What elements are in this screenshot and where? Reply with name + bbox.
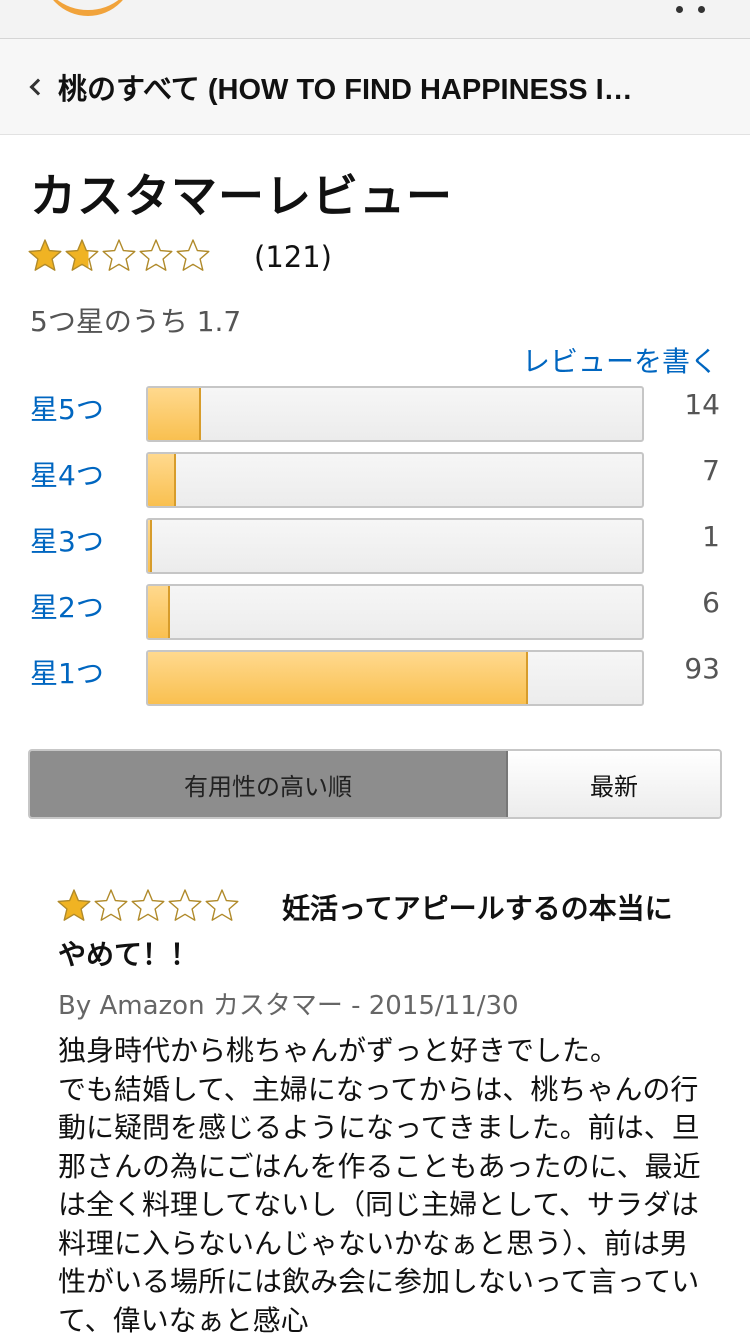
histogram-count: 7 [702,454,720,487]
sort-toggle: 有用性の高い順 最新 [28,749,722,819]
histogram-bar [146,386,644,442]
histogram-label: 星1つ [30,657,104,690]
review-count: (121) [254,240,332,274]
amazon-logo-icon[interactable] [42,0,134,16]
sort-newest-button[interactable]: 最新 [508,751,720,817]
histogram-bar [146,518,644,574]
overall-rating-stars [27,238,212,274]
histogram-count: 6 [702,586,720,619]
write-review-link[interactable]: レビューを書く [522,340,718,380]
histogram-label: 星2つ [30,591,104,624]
histogram-bar [146,584,644,640]
histogram-row-1-star[interactable]: 星1つ 93 [0,648,750,706]
histogram-row-2-star[interactable]: 星2つ 6 [0,582,750,640]
histogram-fill [148,586,171,638]
histogram-label: 星5つ [30,393,104,426]
review-paragraph: 独身時代から桃ちゃんがずっと好きでした。 [58,1034,619,1067]
breadcrumb-title: 桃のすべて (HOW TO FIND HAPPINESS I… [58,73,633,106]
histogram-row-5-star[interactable]: 星5つ 14 [0,384,750,442]
histogram-count: 14 [684,388,720,421]
review-paragraph: でも結婚して、主婦になってからは、桃ちゃんの行動に疑問を感じるようになってきまし… [58,1072,701,1334]
top-bar [0,0,750,39]
histogram-row-3-star[interactable]: 星3つ 1 [0,516,750,574]
overall-star-icon [101,238,138,274]
overall-star-icon [27,238,64,274]
histogram-count: 93 [684,652,720,685]
histogram-label: 星4つ [30,459,104,492]
sort-helpful-button[interactable]: 有用性の高い順 [30,751,508,817]
review-body: 独身時代から桃ちゃんがずっと好きでした。でも結婚して、主婦になってからは、桃ちゃ… [58,1032,708,1334]
review-byline: By Amazon カスタマー - 2015/11/30 [58,991,519,1021]
breadcrumb-back[interactable]: 桃のすべて (HOW TO FIND HAPPINESS I… [0,39,750,135]
histogram-row-4-star[interactable]: 星4つ 7 [0,450,750,508]
overall-star-icon [64,238,101,274]
histogram-count: 1 [702,520,720,553]
more-dots-icon[interactable] [674,2,710,16]
histogram-bar [146,650,644,706]
average-rating-text: 5つ星のうち 1.7 [30,305,242,338]
histogram-bar [146,452,644,508]
chevron-left-icon [29,78,47,95]
histogram-fill [148,454,176,506]
overall-star-icon [138,238,175,274]
histogram-label: 星3つ [30,525,104,558]
histogram-fill [148,388,201,440]
overall-star-icon [175,238,212,274]
histogram-fill [148,652,529,704]
page-title: カスタマーレビュー [30,169,453,223]
histogram-fill [148,520,152,572]
review-title[interactable]: 妊活ってアピールするの本当にやめて！！ [58,886,698,978]
